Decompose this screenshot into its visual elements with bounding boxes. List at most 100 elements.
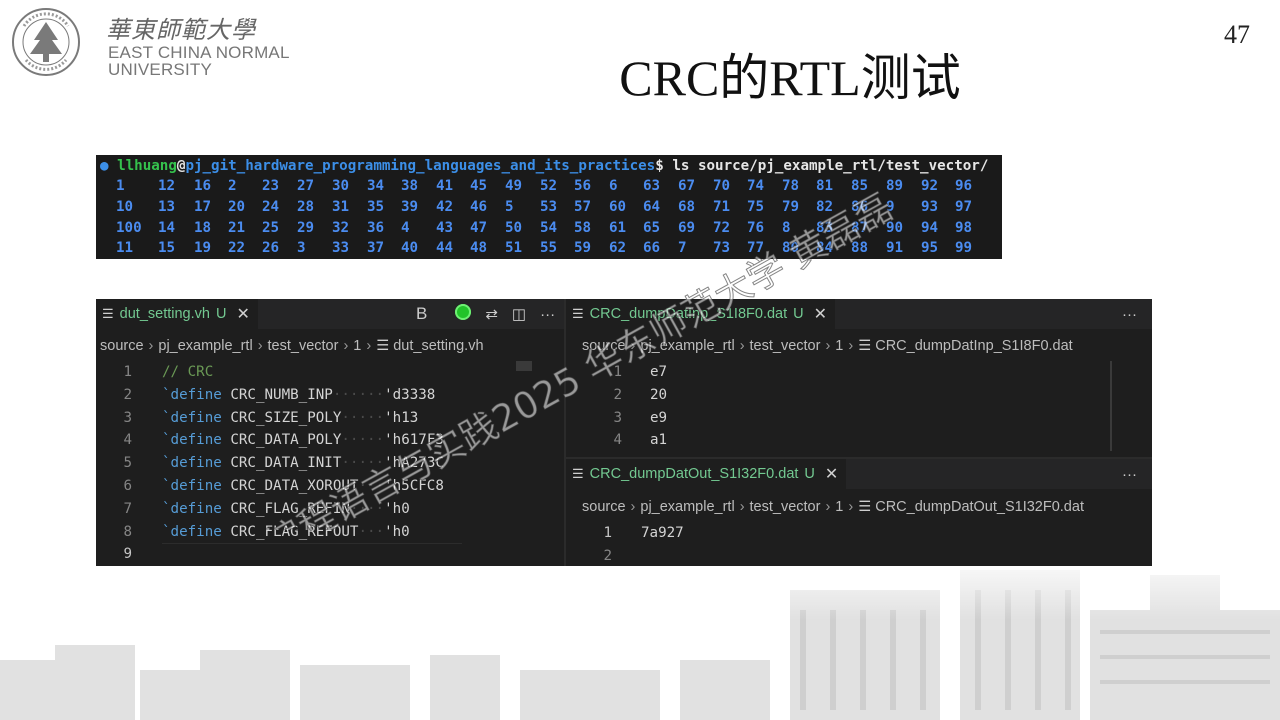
directory-entry: 26	[262, 240, 280, 257]
directory-entry: 69	[678, 219, 696, 236]
directory-entry: 73	[713, 240, 731, 257]
directory-entry: 35	[367, 198, 385, 215]
directory-entry: 52	[540, 178, 558, 194]
line-number: 1	[123, 364, 132, 380]
data-line: a1	[650, 432, 668, 449]
directory-entry: 68	[678, 198, 696, 215]
directory-entry: 51	[505, 240, 523, 257]
directory-entry: 8	[782, 219, 791, 236]
data-line: 7a927	[641, 525, 684, 541]
bold-b-button[interactable]: B	[416, 304, 427, 324]
breadcrumb-item[interactable]: 1	[353, 338, 361, 354]
directory-entry: 85	[851, 178, 869, 194]
define-keyword: `define	[162, 409, 222, 426]
university-seal-icon	[12, 8, 80, 76]
directory-entry: 22	[228, 240, 246, 257]
breadcrumb-item[interactable]: pj_example_rtl	[158, 338, 252, 354]
editor-actions: ···	[1122, 459, 1137, 489]
code-area-left[interactable]: 1 // CRC 2 `define CRC_NUMB_INP······'d3…	[96, 361, 564, 566]
split-editor-icon[interactable]: ◫	[512, 305, 526, 323]
macro-name: CRC_FLAG_REFOUT	[230, 523, 359, 540]
directory-entry: 86	[851, 198, 869, 215]
directory-entry: 20	[228, 198, 246, 215]
page-number: 47	[1224, 20, 1250, 49]
macro-value: 'd3338	[384, 386, 436, 403]
vscode-editor-screenshot: ☰ dut_setting.vh U ✕ B ⇄ ◫ ··· source › pj…	[96, 299, 1152, 566]
directory-entry: 16	[194, 178, 212, 194]
directory-entry: 84	[816, 240, 834, 257]
define-keyword: `define	[162, 432, 222, 449]
directory-entry: 48	[470, 240, 488, 257]
breadcrumb-item[interactable]: test_vector	[750, 338, 821, 354]
line-number: 5	[123, 455, 132, 472]
line-number: 1	[613, 364, 622, 380]
code-area-right-top[interactable]: 1 e7 2 20 3 e9 4 a1	[566, 361, 1152, 453]
directory-entry: 81	[816, 178, 834, 194]
line-number: 3	[613, 409, 622, 426]
terminal-output: ● llhuang@pj_git_hardware_programming_la…	[96, 155, 1002, 259]
terminal-listing-row: 100 14 18 21 25 29 32 36 4 43 47 50 54 58 61 65 69 72 76 8 8…	[96, 218, 1002, 239]
directory-entry: 61	[609, 219, 627, 236]
directory-entry: 58	[574, 219, 592, 236]
directory-entry: 59	[574, 240, 592, 257]
breadcrumb-item[interactable]: source	[582, 338, 626, 354]
line-number: 2	[123, 386, 132, 403]
directory-entry: 39	[401, 198, 419, 215]
directory-entry: 31	[332, 198, 350, 215]
tab-bar-right-bottom: ☰ CRC_dumpDatOut_S1I32F0.dat U ✕ ···	[566, 459, 1152, 489]
tab-dump-dat-out[interactable]: ☰ CRC_dumpDatOut_S1I32F0.dat U ✕	[566, 459, 847, 489]
directory-entry: 18	[194, 219, 212, 236]
breadcrumb-item[interactable]: dut_setting.vh	[393, 338, 483, 354]
directory-entry: 74	[747, 178, 765, 194]
chevron-right-icon: ›	[848, 338, 854, 354]
close-icon[interactable]: ✕	[825, 464, 838, 484]
slide-title: CRC的RTL测试	[619, 50, 961, 106]
breadcrumb-item[interactable]: source	[100, 338, 144, 354]
define-keyword: `define	[162, 523, 222, 540]
breadcrumb-item[interactable]: CRC_dumpDatInp_S1I8F0.dat	[875, 338, 1072, 354]
more-actions-button[interactable]: ···	[1122, 306, 1137, 323]
directory-entry: 5	[505, 198, 514, 215]
breadcrumb-left: source › pj_example_rtl › test_vector › 1 › ☰ dut…	[100, 338, 484, 354]
code-line: `define CRC_NUMB_INP······'d3338	[162, 386, 436, 403]
directory-entry: 50	[505, 219, 523, 236]
tab-dump-dat-inp[interactable]: ☰ CRC_dumpDatInp_S1I8F0.dat U ✕	[566, 299, 836, 329]
directory-entry: 19	[194, 240, 212, 257]
chevron-right-icon: ›	[630, 499, 636, 515]
close-icon[interactable]: ✕	[814, 304, 827, 324]
chevron-right-icon: ›	[739, 499, 745, 515]
more-actions-button[interactable]: ···	[1122, 466, 1137, 483]
breadcrumb-item[interactable]: 1	[835, 338, 843, 354]
breadcrumb-item[interactable]: pj_example_rtl	[640, 499, 734, 515]
close-icon[interactable]: ✕	[236, 304, 249, 324]
line-number: 6	[123, 478, 132, 494]
breadcrumb-item[interactable]: test_vector	[268, 338, 339, 354]
directory-entry: 7	[678, 240, 687, 257]
line-number: 4	[123, 432, 132, 449]
copilot-icon[interactable]	[441, 304, 472, 324]
git-compare-icon[interactable]: ⇄	[485, 305, 498, 323]
directory-entry: 76	[747, 219, 765, 236]
breadcrumb-item[interactable]: test_vector	[750, 499, 821, 515]
directory-entry: 4	[401, 219, 410, 236]
directory-entry: 95	[921, 240, 939, 257]
breadcrumb-item[interactable]: CRC_dumpDatOut_S1I32F0.dat	[875, 499, 1084, 515]
macro-name: CRC_DATA_XOROUT	[230, 478, 359, 494]
macro-value: 'h5CFC8	[384, 478, 444, 494]
directory-entry: 38	[401, 178, 419, 194]
data-line: 20	[650, 386, 668, 403]
breadcrumb-item[interactable]: pj_example_rtl	[640, 338, 734, 354]
tab-dut-setting[interactable]: ☰ dut_setting.vh U ✕	[96, 299, 258, 329]
directory-entry: 100	[116, 219, 142, 236]
breadcrumb-right-top: source › pj_example_rtl › test_vector › 1 › ☰ CRC…	[582, 338, 1073, 354]
code-area-right-bottom[interactable]: 1 7a927 2	[566, 522, 1152, 566]
more-actions-button[interactable]: ···	[540, 306, 555, 323]
directory-entry: 54	[540, 219, 558, 236]
breadcrumb-item[interactable]: source	[582, 499, 626, 515]
directory-entry: 28	[297, 198, 315, 215]
breadcrumb-item[interactable]: 1	[835, 499, 843, 515]
university-name-chinese: 華東師範大學	[106, 16, 256, 44]
directory-entry: 78	[782, 178, 800, 194]
terminal-command-line: ● llhuang@pj_git_hardware_programming_la…	[100, 156, 988, 177]
code-line: // CRC	[162, 361, 213, 384]
